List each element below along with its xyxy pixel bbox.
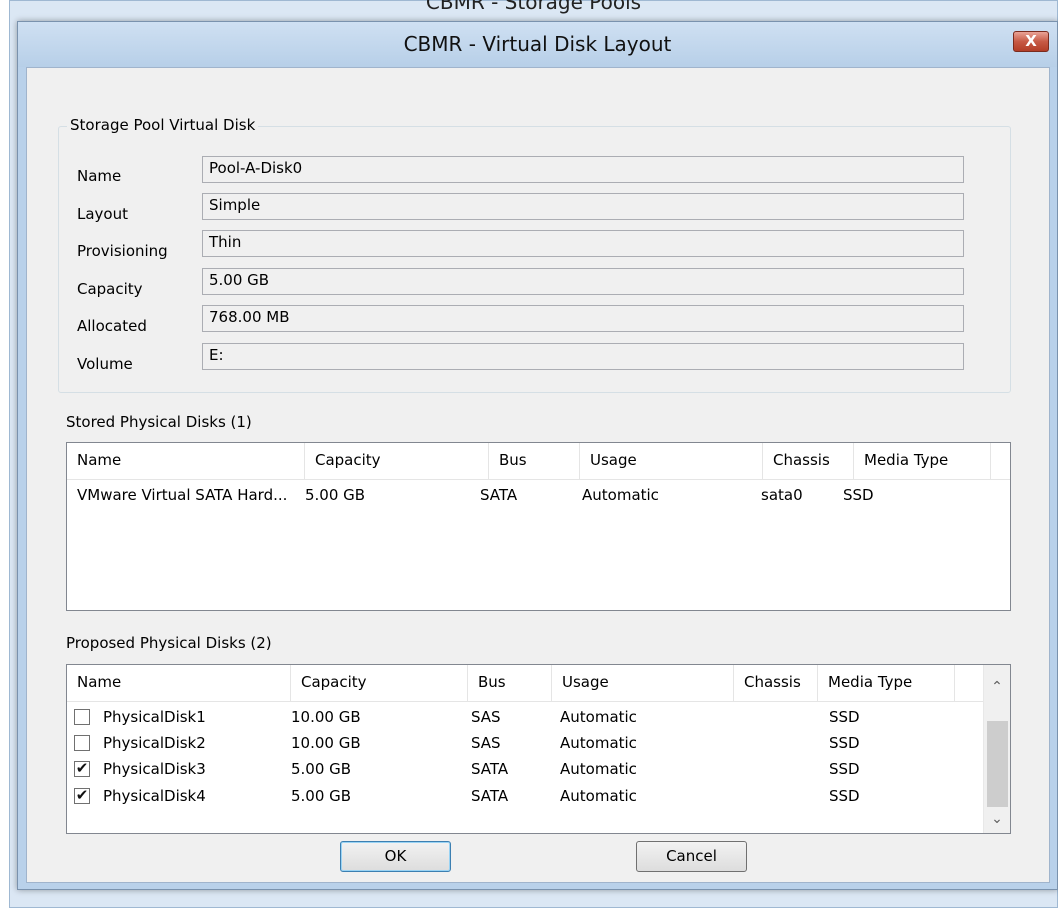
field-label-volume: Volume <box>77 355 133 373</box>
proposed-disks-header: Name Capacity Bus Usage Chassis Media Ty… <box>67 665 984 702</box>
dialog-titlebar[interactable]: CBMR - Virtual Disk Layout X <box>18 22 1057 67</box>
column-header-name[interactable]: Name <box>67 443 305 480</box>
field-label-allocated: Allocated <box>77 317 147 335</box>
column-header-bus[interactable]: Bus <box>468 665 552 702</box>
cell-capacity: 5.00 GB <box>291 760 352 778</box>
cell-bus: SATA <box>471 787 509 805</box>
checkbox[interactable] <box>74 735 90 751</box>
dialog-title: CBMR - Virtual Disk Layout <box>403 32 672 56</box>
checkbox[interactable]: ✔ <box>74 761 90 777</box>
allocated-field[interactable]: 768.00 MB <box>202 305 964 332</box>
cell-capacity: 5.00 GB <box>305 486 366 504</box>
field-label-layout: Layout <box>77 205 128 223</box>
stored-disks-label: Stored Physical Disks (1) <box>66 413 252 431</box>
cell-name: VMware Virtual SATA Hard... <box>77 486 288 504</box>
table-row[interactable]: ✔ PhysicalDisk3 5.00 GB SATA Automatic S… <box>67 756 984 783</box>
dialog-body: Storage Pool Virtual Disk Name Pool-A-Di… <box>26 67 1050 883</box>
vertical-scrollbar[interactable]: ⌃ ⌄ <box>983 665 1010 833</box>
cell-bus: SAS <box>471 734 501 752</box>
column-header-bus[interactable]: Bus <box>489 443 580 480</box>
provisioning-field[interactable]: Thin <box>202 230 964 257</box>
cell-usage: Automatic <box>560 760 637 778</box>
cell-media-type: SSD <box>829 787 860 805</box>
capacity-field[interactable]: 5.00 GB <box>202 268 964 295</box>
stored-disks-list[interactable]: Name Capacity Bus Usage Chassis Media Ty… <box>66 442 1011 611</box>
table-row[interactable]: PhysicalDisk1 10.00 GB SAS Automatic SSD <box>67 704 984 731</box>
proposed-disks-label: Proposed Physical Disks (2) <box>66 634 272 652</box>
parent-window-title: CBMR - Storage Pools <box>425 0 642 14</box>
column-header-media-type[interactable]: Media Type <box>854 443 991 480</box>
cell-capacity: 10.00 GB <box>291 734 361 752</box>
table-row[interactable]: ✔ PhysicalDisk4 5.00 GB SATA Automatic S… <box>67 783 984 810</box>
cell-media-type: SSD <box>843 486 874 504</box>
cell-bus: SAS <box>471 708 501 726</box>
close-button[interactable]: X <box>1013 31 1049 52</box>
cell-capacity: 10.00 GB <box>291 708 361 726</box>
cell-bus: SATA <box>471 760 509 778</box>
field-label-capacity: Capacity <box>77 280 143 298</box>
column-header-chassis[interactable]: Chassis <box>763 443 854 480</box>
column-header-usage[interactable]: Usage <box>552 665 734 702</box>
cell-media-type: SSD <box>829 734 860 752</box>
cell-capacity: 5.00 GB <box>291 787 352 805</box>
cell-bus: SATA <box>480 486 518 504</box>
cell-chassis: sata0 <box>761 486 803 504</box>
table-row[interactable]: VMware Virtual SATA Hard... 5.00 GB SATA… <box>67 482 1010 509</box>
virtual-disk-layout-dialog: CBMR - Virtual Disk Layout X Storage Poo… <box>17 21 1058 890</box>
cell-name: PhysicalDisk1 <box>103 708 206 726</box>
layout-field[interactable]: Simple <box>202 193 964 220</box>
cell-name: PhysicalDisk3 <box>103 760 206 778</box>
scrollbar-thumb[interactable] <box>987 721 1008 807</box>
column-header-capacity[interactable]: Capacity <box>305 443 489 480</box>
stored-disks-header: Name Capacity Bus Usage Chassis Media Ty… <box>67 443 1010 480</box>
field-label-name: Name <box>77 167 122 185</box>
column-header-chassis[interactable]: Chassis <box>734 665 818 702</box>
checkbox[interactable] <box>74 709 90 725</box>
ok-button[interactable]: OK <box>340 841 451 872</box>
chevron-up-icon[interactable]: ⌃ <box>984 675 1010 699</box>
cell-usage: Automatic <box>560 734 637 752</box>
column-header-media-type[interactable]: Media Type <box>818 665 955 702</box>
field-label-provisioning: Provisioning <box>77 242 168 260</box>
groupbox-title: Storage Pool Virtual Disk <box>67 116 259 134</box>
cell-name: PhysicalDisk2 <box>103 734 206 752</box>
close-icon: X <box>1025 32 1037 50</box>
table-row[interactable]: PhysicalDisk2 10.00 GB SAS Automatic SSD <box>67 730 984 757</box>
chevron-down-icon[interactable]: ⌄ <box>984 807 1010 831</box>
cancel-button[interactable]: Cancel <box>636 841 747 872</box>
column-header-capacity[interactable]: Capacity <box>291 665 468 702</box>
cell-media-type: SSD <box>829 760 860 778</box>
cell-usage: Automatic <box>582 486 659 504</box>
proposed-disks-list[interactable]: Name Capacity Bus Usage Chassis Media Ty… <box>66 664 1011 834</box>
cell-usage: Automatic <box>560 787 637 805</box>
volume-field[interactable]: E: <box>202 343 964 370</box>
checkbox[interactable]: ✔ <box>74 788 90 804</box>
name-field[interactable]: Pool-A-Disk0 <box>202 156 964 183</box>
cell-media-type: SSD <box>829 708 860 726</box>
column-header-name[interactable]: Name <box>67 665 291 702</box>
column-header-usage[interactable]: Usage <box>580 443 763 480</box>
cell-usage: Automatic <box>560 708 637 726</box>
cell-name: PhysicalDisk4 <box>103 787 206 805</box>
